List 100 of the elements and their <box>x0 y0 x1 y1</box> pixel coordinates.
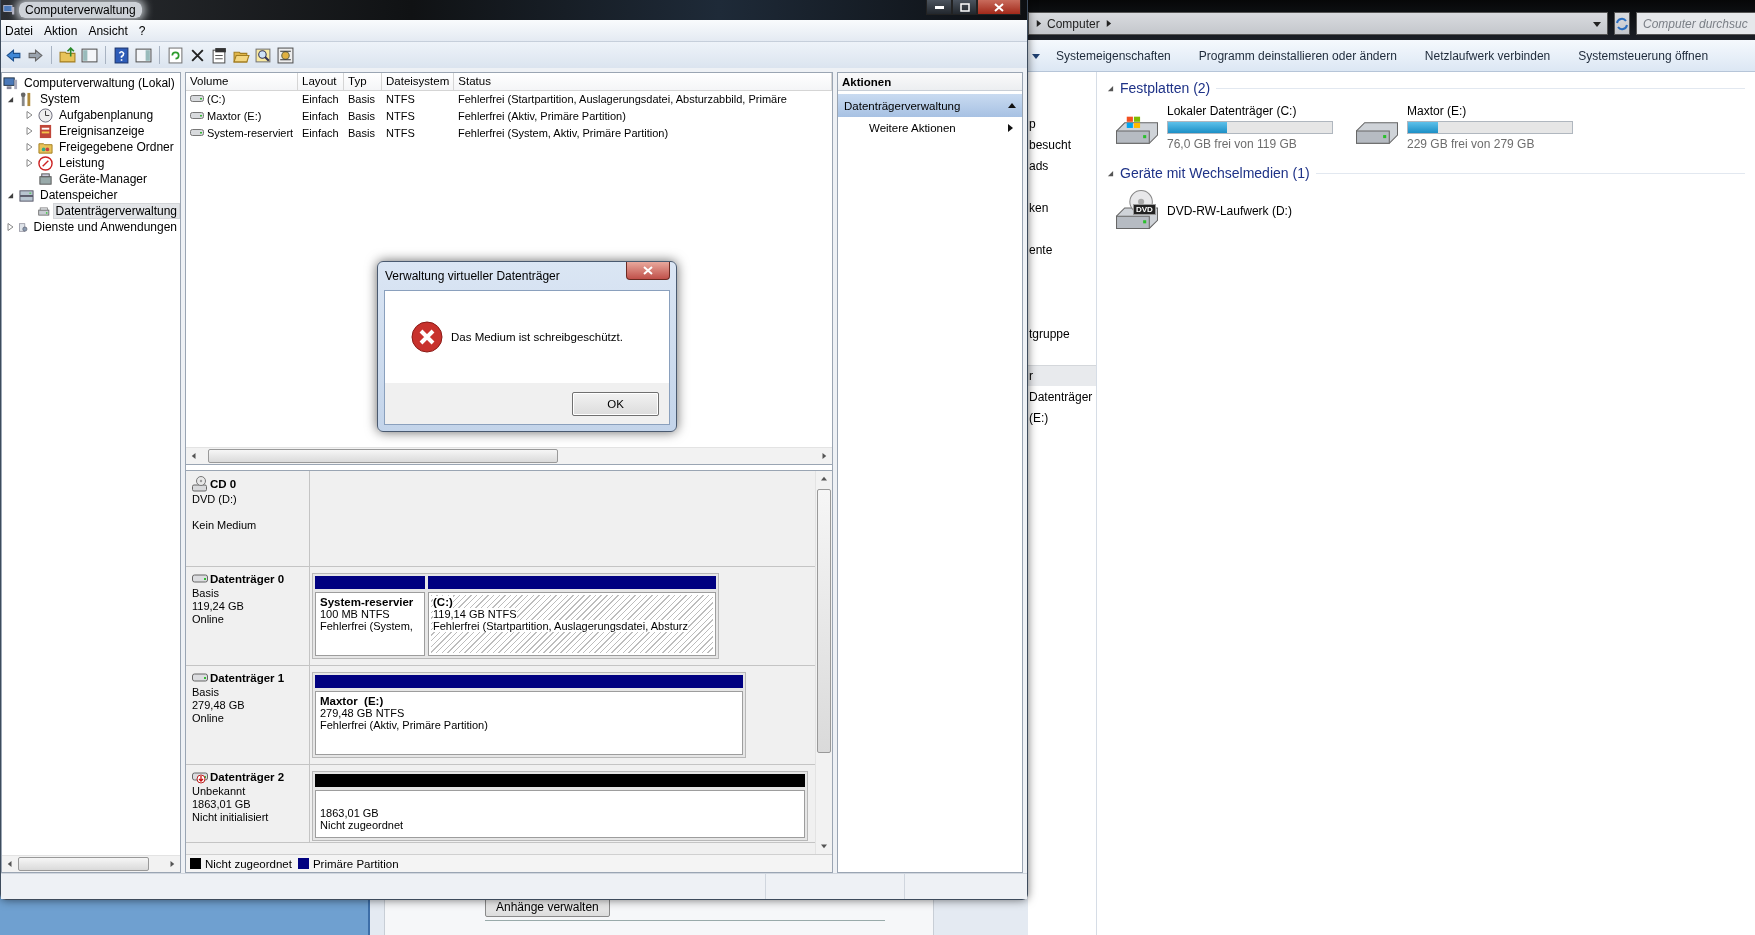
partition-block[interactable]: (C:) 119,14 GB NTFS Fehlerfrei (Startpartition, Auslagerungsdatei, Absturz <box>428 592 716 656</box>
nav-item[interactable]: ente <box>1028 239 1096 260</box>
search-icon[interactable] <box>255 46 272 64</box>
nav-item[interactable]: tgruppe <box>1028 323 1096 344</box>
scroll-down-icon[interactable] <box>821 843 827 849</box>
nav-item[interactable]: p <box>1028 113 1096 134</box>
column-header[interactable]: Volume <box>186 72 298 91</box>
search-field[interactable]: Computer durchsuc <box>1636 12 1755 35</box>
toolbar-button[interactable]: Systemsteuerung öffnen <box>1566 44 1721 67</box>
menu-item[interactable]: Datei <box>1 23 40 38</box>
toolbar-button[interactable]: Systemeigenschaften <box>1044 44 1183 67</box>
properties-icon[interactable] <box>211 46 228 64</box>
action-section[interactable]: Datenträgerverwaltung <box>838 94 1022 117</box>
scrollbar-thumb[interactable] <box>208 449 559 463</box>
help-icon[interactable] <box>113 46 130 64</box>
menu-item[interactable]: ? <box>134 23 153 38</box>
scroll-up-icon[interactable] <box>821 476 827 482</box>
tree-item[interactable]: Datenträgerverwaltung <box>52 203 180 219</box>
scroll-right-icon[interactable] <box>821 453 827 459</box>
table-cell: Basis <box>348 92 375 105</box>
windows-drive-icon <box>1116 116 1158 144</box>
scroll-right-icon[interactable] <box>169 861 175 867</box>
nav-item[interactable]: ken <box>1028 197 1096 218</box>
partition-title: System-reservier <box>320 596 415 608</box>
tree-item[interactable]: Freigegebene Ordner <box>56 139 177 155</box>
caret-icon[interactable] <box>1032 51 1040 60</box>
refresh-button[interactable] <box>1614 12 1630 35</box>
dialog-message: Das Medium ist schreibgeschützt. <box>451 331 623 343</box>
scrollbar-thumb[interactable] <box>817 489 831 753</box>
group-title[interactable]: Geräte mit Wechselmedien (1) <box>1120 165 1310 181</box>
nav-item[interactable]: Datenträger <box>1028 386 1096 407</box>
group-title[interactable]: Festplatten (2) <box>1120 80 1211 96</box>
tree-toggle-icon[interactable] <box>81 46 98 64</box>
partition-block[interactable]: Maxtor (E:) 279,48 GB NTFS Fehlerfrei (Aktiv, Primäre Partition) <box>315 691 743 755</box>
ok-button[interactable]: OK <box>572 391 659 416</box>
nav-item[interactable]: r <box>1028 365 1096 386</box>
gauge-icon <box>38 155 53 171</box>
breadcrumb-arrow-icon[interactable] <box>1035 20 1042 27</box>
back-arrow-icon[interactable] <box>5 46 22 64</box>
close-icon <box>643 266 653 275</box>
settings-icon[interactable] <box>277 46 294 64</box>
tree-item[interactable]: Leistung <box>56 155 108 171</box>
scrollbar-thumb[interactable] <box>18 857 150 871</box>
close-button[interactable] <box>626 262 670 280</box>
breadcrumb-arrow-icon[interactable] <box>1104 20 1112 27</box>
column-header[interactable]: Typ <box>344 72 382 91</box>
collapse-icon[interactable] <box>1008 101 1016 110</box>
group-expander-icon[interactable] <box>1107 84 1114 92</box>
tree-item[interactable]: Aufgabenplanung <box>56 107 157 123</box>
pane-title: Aktionen <box>838 73 1022 91</box>
table-cell: NTFS <box>386 126 415 139</box>
nav-item[interactable]: besucht <box>1028 134 1096 155</box>
expander-icon[interactable] <box>7 191 14 199</box>
maximize-button[interactable] <box>952 0 977 15</box>
dropdown-icon[interactable] <box>1593 19 1601 28</box>
partition-block[interactable]: System-reservier 100 MB NTFS Fehlerfrei (System, <box>315 592 425 656</box>
nav-item[interactable]: (E:) <box>1028 407 1096 428</box>
scroll-left-icon[interactable] <box>7 861 13 867</box>
log-icon <box>38 123 53 139</box>
table-cell: Maxtor (E:) <box>207 109 262 122</box>
tree-item[interactable]: Ereignisanzeige <box>56 123 148 139</box>
column-header[interactable]: Dateisystem <box>382 72 455 91</box>
disk-size: 119,24 GB <box>192 600 245 612</box>
device-icon <box>38 171 53 187</box>
column-header[interactable]: Status <box>454 72 832 91</box>
drive-name[interactable]: Maxtor (E:) <box>1407 104 1573 118</box>
drive-name[interactable]: Lokaler Datenträger (C:) <box>1167 104 1333 118</box>
tree-item[interactable]: Datenspeicher <box>37 187 121 203</box>
partition-text: 1863,01 GB <box>320 807 380 819</box>
menu-item[interactable]: Aktion <box>40 23 85 38</box>
address-bar[interactable]: Computer <box>1028 12 1608 35</box>
table-cell: Basis <box>348 126 375 139</box>
toolbar-button[interactable]: Netzlaufwerk verbinden <box>1412 44 1563 67</box>
tree-item[interactable]: Geräte-Manager <box>56 171 151 187</box>
up-folder-icon[interactable] <box>59 46 76 64</box>
scroll-left-icon[interactable] <box>191 453 197 459</box>
table-cell: System-reserviert <box>207 126 294 139</box>
breadcrumb-item[interactable]: Computer <box>1047 16 1100 31</box>
tree-item[interactable]: System <box>37 91 83 107</box>
tree-item[interactable]: Dienste und Anwendungen <box>30 219 180 235</box>
menu-item[interactable]: Ansicht <box>84 23 135 38</box>
minimize-button[interactable] <box>926 0 952 15</box>
submenu-arrow-icon[interactable] <box>1006 123 1014 132</box>
forward-arrow-icon[interactable] <box>27 46 44 64</box>
nav-item[interactable]: ads <box>1028 155 1096 176</box>
group-expander-icon[interactable] <box>1107 169 1114 177</box>
column-header[interactable]: Layout <box>298 72 344 91</box>
partition-block[interactable]: 1863,01 GB Nicht zugeordnet <box>315 790 805 838</box>
panel-toggle-icon[interactable] <box>135 46 152 64</box>
toolbar-button[interactable]: Programm deinstallieren oder ändern <box>1186 44 1409 67</box>
drive-icon <box>190 111 204 120</box>
free-space: 76,0 GB frei von 119 GB <box>1167 137 1298 151</box>
close-button[interactable] <box>977 0 1021 15</box>
expander-icon[interactable] <box>7 95 14 103</box>
action-link[interactable]: Weitere Aktionen <box>869 121 956 134</box>
drive-name[interactable]: DVD-RW-Laufwerk (D:) <box>1167 204 1333 218</box>
maximize-icon <box>959 2 970 12</box>
tree-item[interactable]: Computerverwaltung (Lokal) <box>21 75 178 91</box>
disk-type: Basis <box>192 587 220 599</box>
refresh-icon[interactable] <box>167 46 184 64</box>
